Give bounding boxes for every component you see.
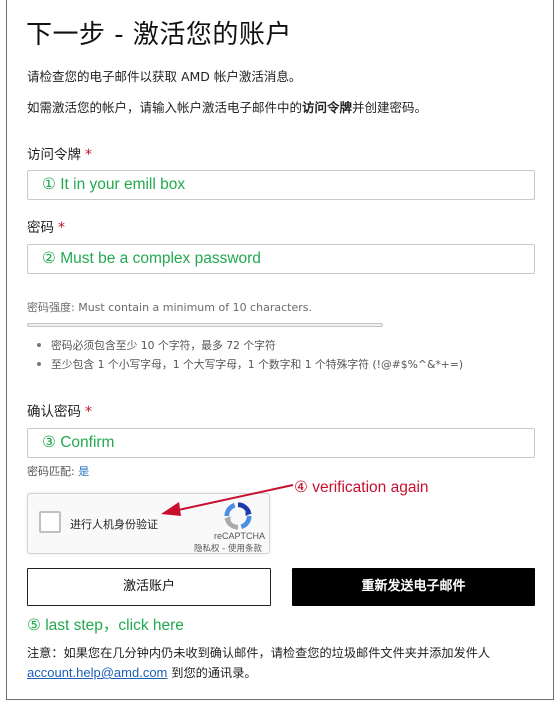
token-label-text: 访问令牌 [27,147,81,163]
required-mark: * [58,220,65,236]
token-label: 访问令牌 * [27,143,92,163]
match-value: 是 [78,465,90,478]
page-title: 下一步 - 激活您的账户 [26,20,292,50]
password-label: 密码 * [27,216,65,236]
password-rule: 至少包含 1 个小写字母，1 个大写字母，1 个数字和 1 个特殊字符 (!@#… [37,356,463,372]
password-match-status: 密码匹配: 是 [27,463,89,479]
intro-line-2-bold: 访问令牌 [302,100,353,115]
recaptcha-privacy-terms-link[interactable]: 隐私权 - 使用条款 [194,542,262,554]
note-suffix: 到您的通讯录。 [167,666,257,680]
annotation-verification: ④ verification again [294,479,429,496]
bullet-icon [37,343,41,347]
confirm-label-text: 确认密码 [27,404,81,420]
bullet-icon [37,362,41,366]
recaptcha-brand: reCAPTCHA [213,531,265,541]
resend-email-button[interactable]: 重新发送电子邮件 [292,568,535,606]
note-text: 注意：如果您在几分钟内仍未收到确认邮件，请检查您的垃圾邮件文件夹并添加发件人 a… [27,643,527,683]
recaptcha-checkbox[interactable] [39,511,61,533]
support-email-link[interactable]: account.help@amd.com [27,665,167,680]
activate-account-button[interactable]: 激活账户 [27,568,271,606]
intro-line-2-prefix: 如需激活您的帐户，请输入帐户激活电子邮件中的 [27,100,303,115]
required-mark: * [85,147,92,163]
annotation-last-step: ⑤ last step，click here [27,617,184,634]
annotation-arrow-icon [161,484,294,516]
password-rule-text: 至少包含 1 个小写字母，1 个大写字母，1 个数字和 1 个特殊字符 (!@#… [51,358,464,371]
password-rule: 密码必须包含至少 10 个字符，最多 72 个字符 [37,337,276,353]
match-label: 密码匹配: [27,465,79,478]
password-rule-text: 密码必须包含至少 10 个字符，最多 72 个字符 [51,339,276,352]
confirm-password-input[interactable]: ③ Confirm [27,428,535,458]
password-input[interactable]: ② Must be a complex password [27,244,535,274]
password-strength-bar [27,323,383,327]
recaptcha-label: 进行人机身份验证 [70,518,158,531]
intro-line-2-suffix: 并创建密码。 [352,100,428,115]
required-mark: * [85,404,92,420]
confirm-label: 确认密码 * [27,400,92,420]
intro-line-1: 请检查您的电子邮件以获取 AMD 帐户激活消息。 [27,69,302,84]
access-token-input[interactable]: ① It in your emill box [27,170,535,200]
password-label-text: 密码 [27,220,54,236]
intro-line-2: 如需激活您的帐户，请输入帐户激活电子邮件中的访问令牌并创建密码。 [27,97,427,116]
password-strength-text: 密码强度: Must contain a minimum of 10 chara… [27,301,312,314]
note-prefix: 注意：如果您在几分钟内仍未收到确认邮件，请检查您的垃圾邮件文件夹并添加发件人 [27,646,491,660]
